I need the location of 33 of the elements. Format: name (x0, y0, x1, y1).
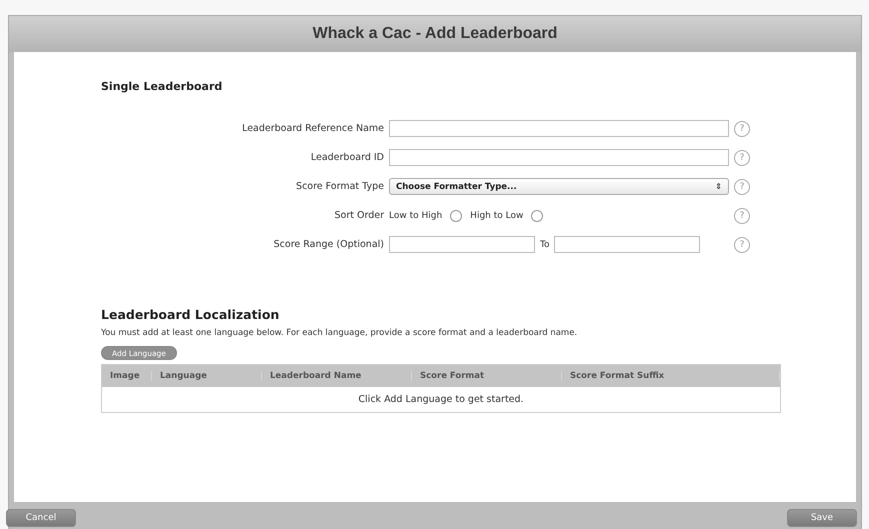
help-icon[interactable]: ? (734, 120, 750, 136)
save-button[interactable]: Save (787, 509, 857, 527)
caret-icon: ⇕ (715, 182, 722, 191)
text-field[interactable] (389, 236, 535, 253)
text-field[interactable] (389, 120, 729, 137)
field-label: Score Range (Optional) (272, 239, 384, 250)
column-header: Score Format (412, 371, 562, 381)
radio-button[interactable] (531, 210, 544, 222)
text-field[interactable] (389, 149, 729, 166)
cancel-button[interactable]: Cancel (6, 509, 76, 527)
window-title: Whack a Cac - Add Leaderboard (312, 25, 558, 43)
field-label: Leaderboard ID (310, 152, 384, 163)
column-header: Leaderboard Name (262, 371, 412, 381)
section-heading: Single Leaderboard (101, 80, 222, 93)
field-label: Leaderboard Reference Name (241, 123, 384, 134)
column-header: Score Format Suffix (562, 371, 780, 381)
help-icon[interactable]: ? (734, 150, 750, 166)
empty-message: Click Add Language to get started. (357, 393, 525, 407)
column-header: Image (102, 371, 152, 381)
radio-label: Low to High (389, 210, 442, 220)
field-label: Sort Order (334, 210, 384, 221)
text-field[interactable] (554, 236, 700, 253)
radio-button[interactable] (450, 210, 462, 222)
section-heading: Leaderboard Localization (101, 307, 280, 322)
radio-label: High to Low (470, 210, 524, 220)
select-dropdown[interactable]: Choose Formatter Type... ⇕ (389, 178, 729, 195)
range-label: To (540, 240, 550, 250)
help-icon[interactable]: ? (734, 178, 750, 194)
field-label: Score Format Type (295, 181, 384, 192)
help-icon[interactable]: ? (734, 236, 750, 252)
column-header: Language (152, 371, 262, 381)
instruction-text: You must add at least one language below. For each language, provide a score format and a leaderboard name. (101, 328, 578, 338)
help-icon[interactable]: ? (734, 208, 750, 224)
